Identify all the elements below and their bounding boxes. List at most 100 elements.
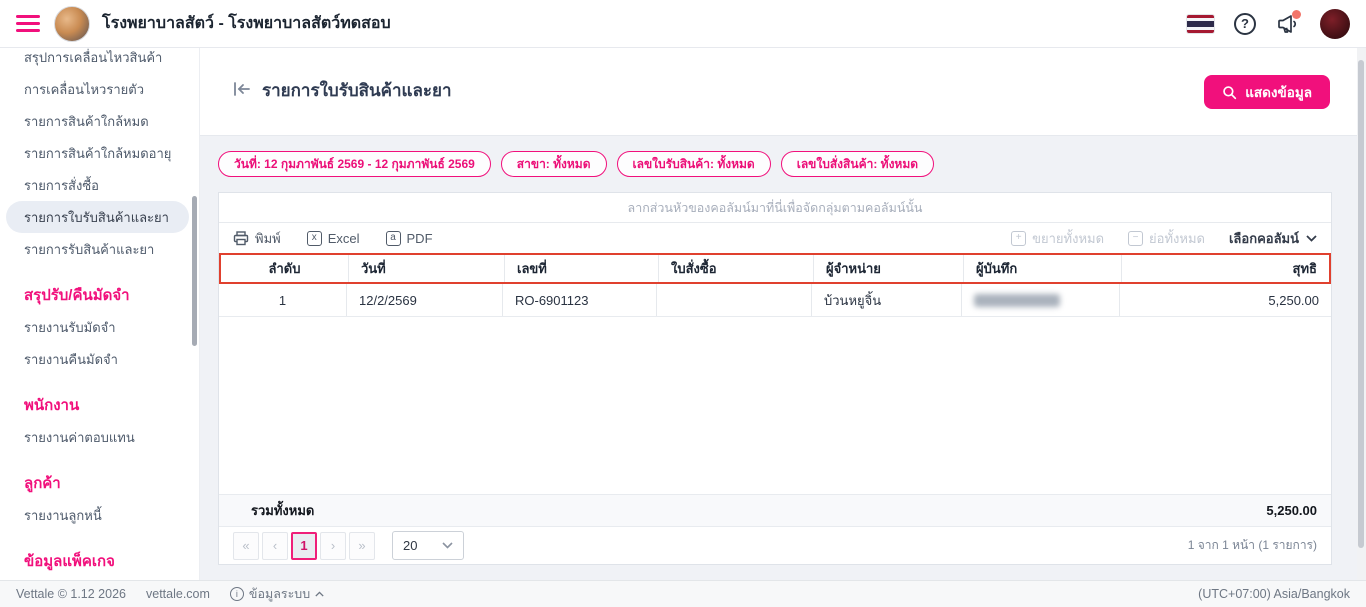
column-chooser-button[interactable]: เลือกคอลัมน์ — [1229, 228, 1317, 249]
column-header-net[interactable]: สุทธิ — [1121, 255, 1329, 282]
show-data-button[interactable]: แสดงข้อมูล — [1204, 75, 1330, 109]
page-header: รายการใบรับสินค้าและยา แสดงข้อมูล — [200, 48, 1366, 136]
next-page-button[interactable]: › — [320, 532, 346, 560]
filter-chips: วันที่: 12 กุมภาพันธ์ 2569 - 12 กุมภาพัน… — [218, 151, 1366, 177]
last-page-button[interactable]: » — [349, 532, 375, 560]
column-header-vendor[interactable]: ผู้จำหน่าย — [813, 255, 963, 282]
grid-toolbar: พิมพ์ x Excel a PDF + ขยายทั้งหมด − ย่อท… — [219, 223, 1331, 253]
search-icon — [1222, 85, 1237, 100]
main-content: รายการใบรับสินค้าและยา แสดงข้อมูล วันที่… — [200, 48, 1366, 580]
help-icon[interactable]: ? — [1234, 13, 1256, 35]
user-avatar[interactable] — [1320, 9, 1350, 39]
sidebar-item-purchase-orders[interactable]: รายการสั่งซื้อ — [0, 169, 199, 201]
page-size-value: 20 — [403, 538, 417, 553]
print-icon — [233, 231, 249, 246]
pdf-label: PDF — [407, 231, 433, 246]
collapse-sidebar-icon[interactable] — [232, 80, 252, 103]
app-title: โรงพยาบาลสัตว์ - โรงพยาบาลสัตว์ทดสอบ — [102, 11, 391, 36]
system-info-toggle[interactable]: i ข้อมูลระบบ — [230, 584, 324, 604]
export-pdf-button[interactable]: a PDF — [386, 231, 433, 246]
menu-icon[interactable] — [16, 15, 40, 32]
chevron-up-icon — [315, 591, 324, 597]
sidebar-item-compensation-report[interactable]: รายงานค่าตอบแทน — [0, 421, 199, 453]
grid-header-row: ลำดับ วันที่ เลขที่ ใบสั่งซื้อ ผู้จำหน่า… — [219, 253, 1331, 284]
sidebar-item-goods-receipt-list[interactable]: รายการใบรับสินค้าและยา — [6, 201, 189, 233]
summary-row: รวมทั้งหมด 5,250.00 — [219, 494, 1331, 526]
notification-dot — [1292, 10, 1301, 19]
main-scrollbar[interactable] — [1357, 48, 1366, 580]
grid-empty-area — [219, 317, 1331, 494]
sidebar-item-goods-received[interactable]: รายการรับสินค้าและยา — [0, 233, 199, 265]
export-excel-button[interactable]: x Excel — [307, 231, 360, 246]
site-link[interactable]: vettale.com — [146, 587, 210, 601]
cell-purchase-order — [656, 284, 811, 316]
announcements-icon[interactable] — [1276, 12, 1300, 36]
column-chooser-label: เลือกคอลัมน์ — [1229, 228, 1299, 249]
collapse-all-label: ย่อทั้งหมด — [1149, 228, 1205, 249]
sidebar-scrollbar-thumb[interactable] — [192, 196, 197, 346]
recorder-redacted-text — [974, 294, 1060, 307]
expand-all-icon: + — [1011, 231, 1026, 246]
cell-seq: 1 — [219, 284, 346, 316]
column-header-purchase-order[interactable]: ใบสั่งซื้อ — [658, 255, 813, 282]
data-grid: ลากส่วนหัวของคอลัมน์มาที่นี่เพื่อจัดกลุ่… — [218, 192, 1332, 565]
sidebar-item-stock-movement-summary[interactable]: สรุปการเคลื่อนไหวสินค้า — [0, 48, 199, 73]
main-scrollbar-thumb[interactable] — [1358, 60, 1364, 548]
filter-chip-date[interactable]: วันที่: 12 กุมภาพันธ์ 2569 - 12 กุมภาพัน… — [218, 151, 491, 177]
pagination-bar: « ‹ 1 › » 20 1 จาก 1 หน้า (1 รายการ) — [219, 526, 1331, 564]
sidebar-item-deposit-returned-report[interactable]: รายงานคืนมัดจำ — [0, 343, 199, 375]
sidebar-item-deposit-received-report[interactable]: รายงานรับมัดจำ — [0, 311, 199, 343]
cell-recorder — [961, 284, 1119, 316]
sidebar-item-item-movement[interactable]: การเคลื่อนไหวรายตัว — [0, 73, 199, 105]
chevron-down-icon — [1306, 235, 1317, 242]
sidebar-item-near-expiry[interactable]: รายการสินค้าใกล้หมดอายุ — [0, 137, 199, 169]
first-page-button[interactable]: « — [233, 532, 259, 560]
chevron-down-icon — [442, 542, 453, 549]
column-header-doc-no[interactable]: เลขที่ — [504, 255, 658, 282]
print-button[interactable]: พิมพ์ — [233, 228, 281, 249]
summary-label: รวมทั้งหมด — [219, 500, 314, 521]
copyright-text: Vettale © 1.12 2026 — [16, 587, 126, 601]
expand-all-label: ขยายทั้งหมด — [1032, 228, 1104, 249]
pdf-icon: a — [386, 231, 401, 246]
sidebar: สรุปการเคลื่อนไหวสินค้า การเคลื่อนไหวราย… — [0, 48, 200, 580]
sidebar-section-deposit: สรุปรับ/คืนมัดจำ — [0, 279, 199, 311]
cell-net: 5,250.00 — [1119, 284, 1331, 316]
sidebar-section-packages: ข้อมูลแพ็คเกจ — [0, 545, 199, 577]
cell-vendor: บ้วนหยูจิ้น — [811, 284, 961, 316]
filter-chip-order-no[interactable]: เลขใบสั่งสินค้า: ทั้งหมด — [781, 151, 934, 177]
sidebar-item-low-stock[interactable]: รายการสินค้าใกล้หมด — [0, 105, 199, 137]
sidebar-section-staff: พนักงาน — [0, 389, 199, 421]
sidebar-item-debtor-report[interactable]: รายงานลูกหนี้ — [0, 499, 199, 531]
topbar: โรงพยาบาลสัตว์ - โรงพยาบาลสัตว์ทดสอบ ? — [0, 0, 1366, 48]
page-title: รายการใบรับสินค้าและยา — [262, 77, 452, 104]
show-data-label: แสดงข้อมูล — [1245, 81, 1312, 103]
column-header-seq[interactable]: ลำดับ — [221, 255, 348, 282]
filter-chip-branch[interactable]: สาขา: ทั้งหมด — [501, 151, 607, 177]
print-label: พิมพ์ — [255, 228, 281, 249]
page-number-button[interactable]: 1 — [291, 532, 317, 560]
collapse-all-button[interactable]: − ย่อทั้งหมด — [1128, 228, 1205, 249]
expand-all-button[interactable]: + ขยายทั้งหมด — [1011, 228, 1104, 249]
table-row[interactable]: 1 12/2/2569 RO-6901123 บ้วนหยูจิ้น 5,250… — [219, 284, 1331, 317]
language-thai-flag-icon[interactable] — [1187, 15, 1214, 33]
column-header-date[interactable]: วันที่ — [348, 255, 504, 282]
status-bar: Vettale © 1.12 2026 vettale.com i ข้อมูล… — [0, 580, 1366, 607]
system-info-label: ข้อมูลระบบ — [249, 584, 310, 604]
group-by-panel[interactable]: ลากส่วนหัวของคอลัมน์มาที่นี่เพื่อจัดกลุ่… — [219, 193, 1331, 223]
filter-chip-receipt-no[interactable]: เลขใบรับสินค้า: ทั้งหมด — [617, 151, 771, 177]
summary-net-total: 5,250.00 — [1266, 503, 1331, 518]
cell-date: 12/2/2569 — [346, 284, 502, 316]
collapse-all-icon: − — [1128, 231, 1143, 246]
excel-label: Excel — [328, 231, 360, 246]
timezone-text: (UTC+07:00) Asia/Bangkok — [1198, 587, 1350, 601]
excel-icon: x — [307, 231, 322, 246]
page-info: 1 จาก 1 หน้า (1 รายการ) — [1188, 536, 1317, 555]
sidebar-section-customers: ลูกค้า — [0, 467, 199, 499]
clinic-avatar[interactable] — [54, 6, 90, 42]
column-header-recorder[interactable]: ผู้บันทึก — [963, 255, 1121, 282]
prev-page-button[interactable]: ‹ — [262, 532, 288, 560]
cell-doc-no: RO-6901123 — [502, 284, 656, 316]
page-size-select[interactable]: 20 — [392, 531, 464, 560]
info-icon: i — [230, 587, 244, 601]
